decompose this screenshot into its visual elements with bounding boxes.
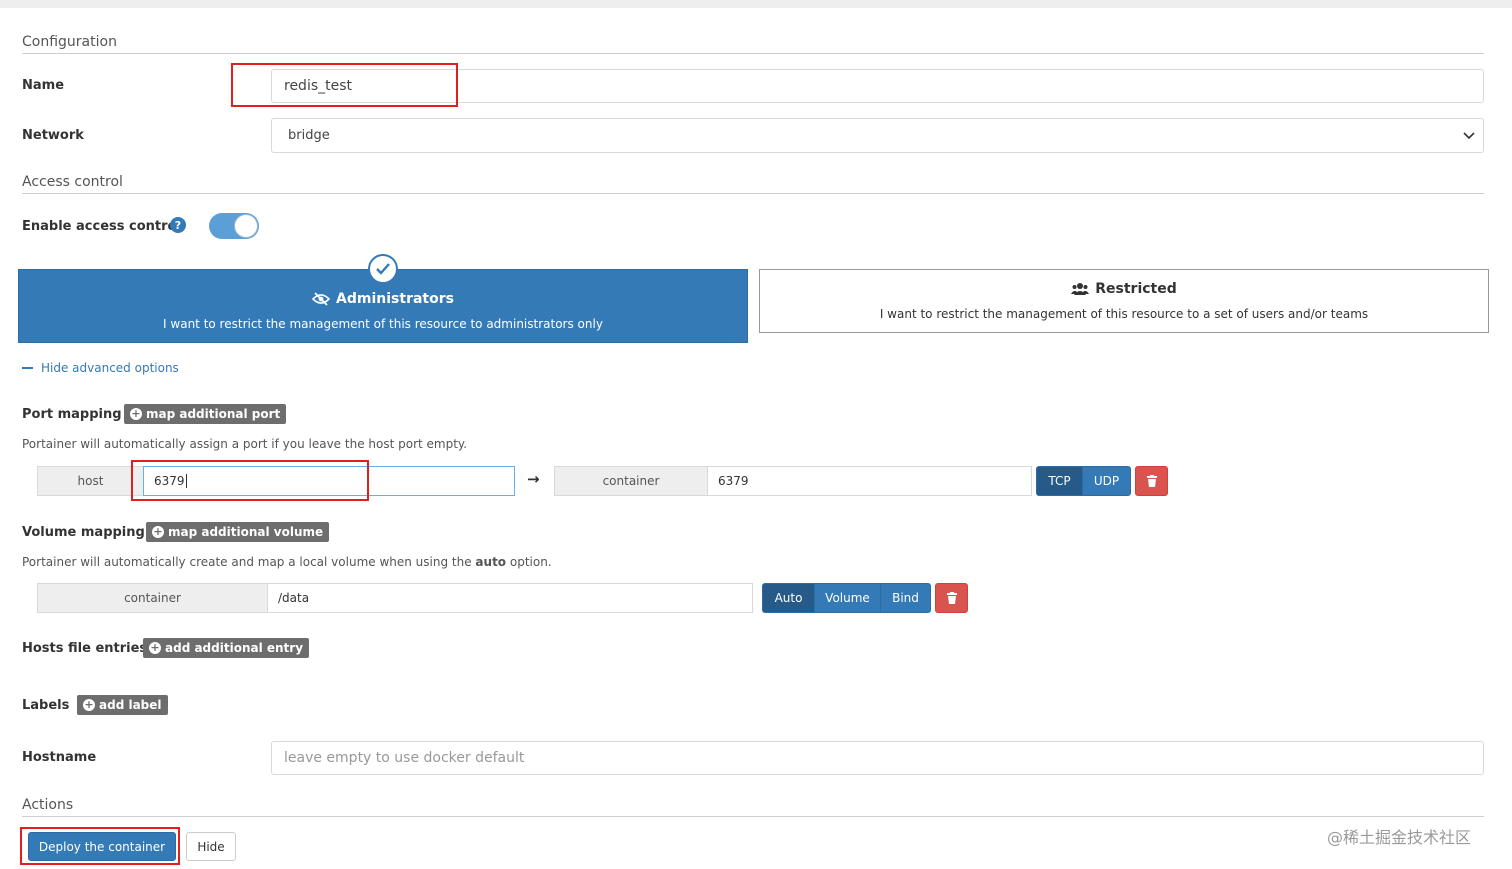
access-control-divider [22, 193, 1484, 194]
container-port-value: 6379 [718, 474, 749, 488]
hostname-placeholder: leave empty to use docker default [284, 750, 525, 766]
restricted-option[interactable]: Restricted I want to restrict the manage… [759, 269, 1489, 333]
plus-circle-icon: + [152, 525, 164, 538]
plus-circle-icon: + [149, 641, 161, 654]
trash-icon [1146, 475, 1157, 487]
trash-icon [946, 592, 957, 604]
network-label: Network [22, 128, 84, 143]
hide-advanced-options-label: Hide advanced options [41, 361, 179, 375]
plus-circle-icon: + [83, 698, 95, 711]
enable-access-control-label: Enable access control [22, 219, 181, 234]
toggle-knob [234, 214, 258, 238]
actions-title: Actions [22, 797, 74, 813]
map-additional-port-button[interactable]: + map additional port [124, 404, 287, 424]
chevron-down-icon [1463, 132, 1475, 140]
map-additional-volume-label: map additional volume [168, 525, 324, 539]
name-highlight-box [231, 63, 458, 107]
configuration-title: Configuration [22, 34, 117, 50]
hide-button[interactable]: Hide [186, 832, 236, 861]
actions-divider [22, 816, 1484, 817]
port-mapping-hint: Portainer will automatically assign a po… [22, 437, 468, 451]
name-label: Name [22, 78, 65, 93]
protocol-tcp-button[interactable]: TCP [1036, 466, 1083, 496]
restricted-title: Restricted [1095, 281, 1177, 297]
container-port-label: container [554, 466, 708, 496]
map-additional-volume-button[interactable]: + map additional volume [146, 522, 330, 542]
remove-port-button[interactable] [1135, 466, 1168, 496]
users-icon [1071, 283, 1090, 295]
configuration-divider [22, 53, 1484, 54]
add-label-button[interactable]: + add label [77, 695, 168, 715]
hide-advanced-options-link[interactable]: Hide advanced options [22, 361, 179, 375]
access-control-title: Access control [22, 174, 123, 190]
labels-label: Labels [22, 698, 70, 713]
port-mapping-label: Port mapping [22, 407, 122, 422]
volume-container-path-input[interactable]: /data [267, 583, 753, 613]
hostname-label: Hostname [22, 750, 97, 765]
network-select[interactable]: bridge [271, 118, 1484, 153]
administrators-title: Administrators [336, 291, 454, 307]
volume-mode-auto-button[interactable]: Auto [762, 583, 815, 613]
volume-mapping-hint: Portainer will automatically create and … [22, 555, 552, 569]
container-port-input[interactable]: 6379 [707, 466, 1032, 496]
add-additional-entry-label: add additional entry [165, 641, 304, 655]
add-label-label: add label [99, 698, 162, 712]
watermark: @稀土掘金技术社区 [1327, 828, 1472, 847]
help-icon[interactable]: ? [170, 217, 186, 233]
remove-volume-button[interactable] [935, 583, 968, 613]
access-control-toggle[interactable] [209, 213, 259, 239]
restricted-description: I want to restrict the management of thi… [879, 307, 1369, 321]
check-icon [368, 254, 398, 284]
host-port-label: host [37, 466, 144, 496]
volume-container-path-value: /data [278, 591, 310, 605]
network-select-value: bridge [288, 128, 330, 143]
add-additional-entry-button[interactable]: + add additional entry [143, 638, 310, 658]
volume-mode-bind-button[interactable]: Bind [880, 583, 931, 613]
top-strip [0, 0, 1512, 8]
administrators-description: I want to restrict the management of thi… [163, 317, 603, 331]
volume-mode-volume-button[interactable]: Volume [814, 583, 881, 613]
volume-mapping-label: Volume mapping [22, 525, 145, 540]
deploy-highlight-box [20, 827, 180, 865]
map-additional-port-label: map additional port [146, 407, 281, 421]
hostname-input[interactable]: leave empty to use docker default [271, 741, 1484, 775]
protocol-udp-button[interactable]: UDP [1082, 466, 1131, 496]
minus-icon [22, 367, 33, 369]
volume-container-label: container [37, 583, 268, 613]
plus-circle-icon: + [130, 407, 142, 420]
hosts-file-entries-label: Hosts file entries [22, 641, 148, 656]
eye-slash-icon [312, 292, 331, 306]
host-port-highlight-box [131, 460, 369, 501]
arrow-right-icon: → [527, 470, 540, 488]
